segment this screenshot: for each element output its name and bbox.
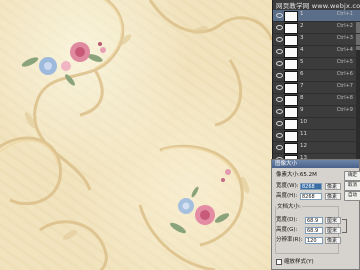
channel-shortcut: Ctrl+8	[336, 95, 353, 101]
channel-shortcut: Ctrl+1	[336, 11, 353, 17]
doc-height-unit-select[interactable]: 厘米	[325, 227, 341, 234]
eye-icon[interactable]	[276, 145, 283, 150]
channel-thumbnail	[284, 107, 298, 118]
channel-name: 5	[300, 59, 304, 65]
cancel-button[interactable]: 取消	[344, 181, 360, 191]
channel-row[interactable]: 9 Ctrl+9	[273, 106, 360, 118]
eye-icon[interactable]	[276, 109, 283, 114]
channel-row[interactable]: 5 Ctrl+5	[273, 58, 360, 70]
scale-styles-label: 缩放样式(Y)	[284, 259, 314, 265]
channel-shortcut: Ctrl+2	[336, 23, 353, 29]
scale-styles-row[interactable]: 缩放样式(Y)	[276, 258, 314, 266]
channel-name: 12	[300, 143, 307, 149]
watermark: 网页教学网 www.webjx.com	[276, 2, 360, 10]
pixel-dimensions-label: 像素大小:65.2M	[276, 172, 317, 178]
height-label: 高度(H):	[276, 193, 298, 199]
channel-row[interactable]: 12	[273, 142, 360, 154]
eye-icon[interactable]	[276, 85, 283, 90]
flower-cluster-bottom	[170, 169, 231, 234]
document-canvas[interactable]	[0, 0, 272, 270]
channel-name: 11	[300, 131, 307, 137]
wallpaper-artwork	[0, 0, 272, 270]
eye-icon[interactable]	[276, 73, 283, 78]
eye-icon[interactable]	[276, 61, 283, 66]
channel-row[interactable]: 11	[273, 130, 360, 142]
channel-row[interactable]: 3 Ctrl+3	[273, 34, 360, 46]
channel-thumbnail	[284, 35, 298, 46]
channel-row[interactable]: 7 Ctrl+7	[273, 82, 360, 94]
doc-width-label: 宽度(D):	[276, 217, 298, 223]
channel-row[interactable]: 6 Ctrl+6	[273, 70, 360, 82]
eye-icon[interactable]	[276, 25, 283, 30]
channel-row[interactable]: 1 Ctrl+1	[273, 10, 360, 22]
channel-shortcut: Ctrl+3	[336, 35, 353, 41]
channel-row[interactable]: 4 Ctrl+4	[273, 46, 360, 58]
resolution-unit-select[interactable]: 像素	[325, 237, 341, 244]
channel-shortcut: Ctrl+5	[336, 59, 353, 65]
channel-name: 2	[300, 23, 304, 29]
channel-name: 4	[300, 47, 304, 53]
channel-row[interactable]: 8 Ctrl+8	[273, 94, 360, 106]
resolution-input[interactable]: 120	[305, 237, 323, 244]
height-unit-select[interactable]: 像素	[325, 193, 341, 200]
channel-thumbnail	[284, 59, 298, 70]
resolution-label: 分辨率(R):	[276, 237, 303, 243]
doc-height-input[interactable]: 68.9	[305, 227, 323, 234]
channel-thumbnail	[284, 95, 298, 106]
channel-thumbnail	[284, 143, 298, 154]
channel-thumbnail	[284, 119, 298, 130]
height-input[interactable]: 8268	[300, 193, 322, 200]
channel-shortcut: Ctrl+7	[336, 83, 353, 89]
eye-icon[interactable]	[276, 121, 283, 126]
document-size-label: 文档大小:	[276, 203, 302, 211]
width-unit-select[interactable]: 像素	[325, 183, 341, 190]
scale-styles-checkbox[interactable]	[276, 258, 282, 265]
channel-name: 3	[300, 35, 304, 41]
eye-icon[interactable]	[276, 13, 283, 18]
doc-width-unit-select[interactable]: 厘米	[325, 217, 341, 224]
eye-icon[interactable]	[276, 49, 283, 54]
doc-height-label: 高度(G):	[276, 227, 298, 233]
channel-thumbnail	[284, 131, 298, 142]
channel-name: 9	[300, 107, 304, 113]
dialog-title: 图像大小	[272, 160, 359, 168]
eye-icon[interactable]	[276, 133, 283, 138]
doc-width-input[interactable]: 68.9	[305, 217, 323, 224]
channel-name: 6	[300, 71, 304, 77]
channel-shortcut: Ctrl+4	[336, 47, 353, 53]
channel-row[interactable]: 2 Ctrl+2	[273, 22, 360, 34]
eye-icon[interactable]	[276, 37, 283, 42]
image-size-dialog: 图像大小 像素大小:65.2M 宽度(W): 8268 像素 高度(H): 82…	[271, 159, 360, 270]
constrain-link-icon	[342, 219, 347, 233]
channel-name: 8	[300, 95, 304, 101]
auto-button[interactable]: 自动	[344, 191, 360, 201]
eye-icon[interactable]	[276, 97, 283, 102]
channel-shortcut: Ctrl+6	[336, 71, 353, 77]
channel-thumbnail	[284, 11, 298, 22]
channel-thumbnail	[284, 83, 298, 94]
channel-thumbnail	[284, 23, 298, 34]
channel-row[interactable]: 10	[273, 118, 360, 130]
width-input[interactable]: 8268	[300, 183, 322, 190]
channel-name: 1	[300, 11, 304, 17]
width-label: 宽度(W):	[276, 183, 299, 189]
channel-shortcut: Ctrl+9	[336, 107, 353, 113]
channel-thumbnail	[284, 47, 298, 58]
channel-name: 10	[300, 119, 307, 125]
ok-button[interactable]: 确定	[344, 171, 360, 181]
channel-name: 7	[300, 83, 304, 89]
channel-thumbnail	[284, 71, 298, 82]
